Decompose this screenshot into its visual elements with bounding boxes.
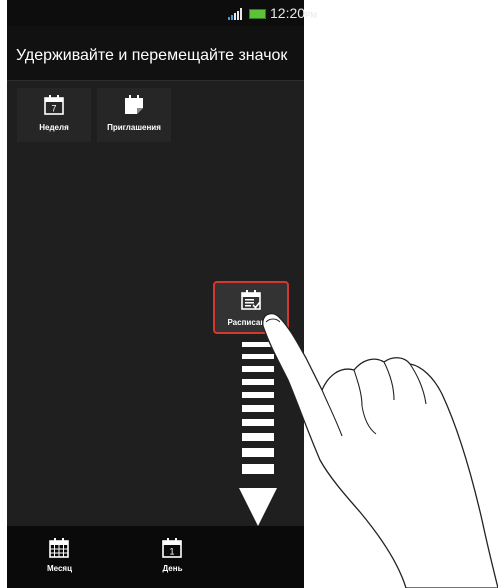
battery-icon xyxy=(249,9,266,19)
title-bar: Удерживайте и перемещайте значок xyxy=(7,26,304,81)
tab-day[interactable]: 1 День xyxy=(125,526,220,582)
page-title: Удерживайте и перемещайте значок xyxy=(16,47,288,64)
hand-pointer-illustration xyxy=(262,312,498,588)
tile-label: Неделя xyxy=(39,123,69,132)
status-time: 12:20PM xyxy=(270,5,318,21)
tile-invitations[interactable]: Приглашения xyxy=(97,88,171,142)
tile-label: Приглашения xyxy=(107,123,161,132)
svg-text:7: 7 xyxy=(51,104,56,114)
svg-text:1: 1 xyxy=(169,547,174,557)
tile-week[interactable]: 7 Неделя xyxy=(17,88,91,142)
tab-label: Месяц xyxy=(46,564,73,573)
status-bar: 12:20PM xyxy=(7,0,317,26)
calendar-7-icon: 7 xyxy=(44,95,64,115)
calendar-1-icon: 1 xyxy=(162,538,182,558)
invite-calendar-icon xyxy=(125,95,143,114)
signal-icon xyxy=(228,8,242,20)
tab-label: День xyxy=(162,564,183,573)
month-grid-icon xyxy=(49,538,69,558)
tab-month[interactable]: Месяц xyxy=(12,526,107,582)
